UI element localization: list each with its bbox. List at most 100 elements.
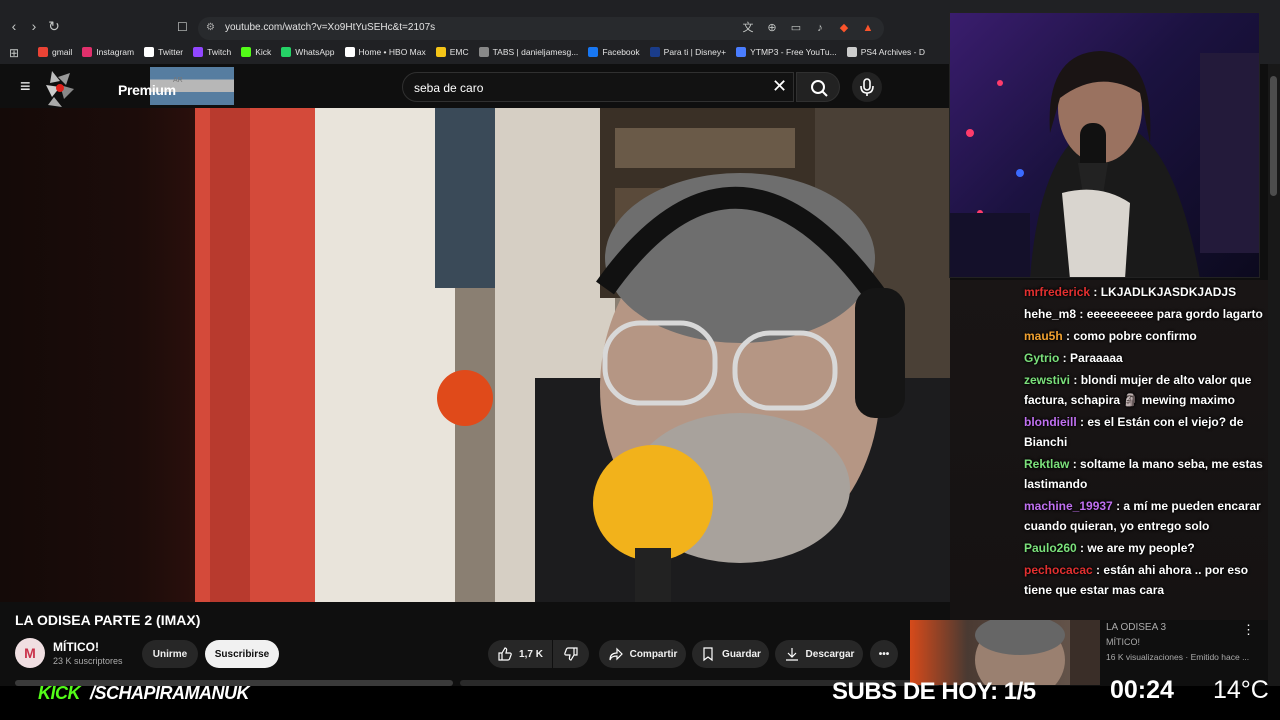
apps-grid-icon[interactable]: ⊞ [9,46,19,60]
bookmark-item[interactable]: gmail [38,47,72,57]
chat-username[interactable]: machine_19937 [1024,499,1113,513]
chat-username[interactable]: zewstivi [1024,373,1070,387]
bookmark-favicon-icon [82,47,93,57]
microphone-icon [860,78,874,96]
more-horizontal-icon: ••• [878,648,890,660]
bookmark-item[interactable]: Instagram [82,47,134,57]
bookmark-favicon-icon [736,47,747,57]
chat-username[interactable]: Gytrio [1024,351,1059,365]
youtube-premium-logo[interactable]: AR Premium [40,67,234,107]
bookmark-item[interactable]: Para ti | Disney+ [649,47,726,57]
bookmark-label: Kick [255,47,272,57]
chat-username[interactable]: blondieill [1024,415,1077,429]
brave-rewards-icon[interactable]: ▲ [860,20,876,36]
video-player[interactable] [195,108,950,602]
save-button[interactable]: Guardar [692,640,769,668]
chat-message: mrfrederick : LKJADLKJASDKJADJS [1020,282,1265,302]
thumbs-up-icon [498,647,512,661]
recommended-channel[interactable]: MÍTICO! [1106,637,1140,647]
bookmark-favicon-icon [344,47,355,57]
bookmark-icon[interactable]: ☐ [177,20,188,34]
cast-icon[interactable]: ▭ [788,20,804,36]
download-icon [785,648,798,661]
chat-username[interactable]: hehe_m8 [1024,307,1076,321]
site-info-icon[interactable]: ⚙ [206,22,215,33]
share-button[interactable]: Compartir [599,640,686,668]
chat-username[interactable]: Paulo260 [1024,541,1077,555]
dislike-button[interactable] [553,640,589,668]
chat-text: we are my people? [1087,541,1195,555]
download-button[interactable]: Descargar [775,640,863,668]
chat-text: Paraaaaa [1070,351,1123,365]
back-icon[interactable]: ‹ [6,18,22,34]
brave-shield-icon[interactable]: ◆ [836,20,852,36]
bookmark-item[interactable]: PS4 Archives - D [846,47,925,57]
chat-username[interactable]: pechocacac [1024,563,1093,577]
translate-icon[interactable]: 文 [740,20,756,36]
share-label: Compartir [629,648,678,660]
bookmark-item[interactable]: Twitter [144,47,183,57]
chat-username[interactable]: mau5h [1024,329,1063,343]
forward-icon[interactable]: › [26,18,42,34]
bookmark-favicon-icon [281,47,292,57]
chat-text: LKJADLKJASDKJADJS [1100,285,1237,299]
stream-clock: 00:24 [1110,676,1174,704]
webcam-illustration [950,51,1259,277]
youtube-header: ≡ AR Premium seba de caro ✕ [0,64,950,108]
bookmark-save-icon [703,647,713,662]
bookmark-favicon-icon [649,47,660,57]
bookmark-item[interactable]: WhatsApp [281,47,335,57]
hamburger-menu-icon[interactable]: ≡ [20,76,31,97]
search-input[interactable]: seba de caro [402,72,794,102]
music-icon[interactable]: ♪ [812,20,828,36]
download-label: Descargar [805,648,855,660]
search-button[interactable] [796,72,840,102]
join-button[interactable]: Unirme [142,640,198,668]
chat-username[interactable]: Rektlaw [1024,457,1069,471]
bookmark-item[interactable]: EMC [435,47,469,57]
chat-message: blondieill : es el Están con el viejo? d… [1020,412,1265,452]
bookmark-favicon-icon [435,47,446,57]
bookmark-label: WhatsApp [295,47,335,57]
voice-search-button[interactable] [852,72,882,102]
search-value: seba de caro [414,81,484,95]
zoom-icon[interactable]: ⊕ [764,20,780,36]
subscribe-button[interactable]: Suscribirse [205,640,279,668]
bookmark-favicon-icon [478,47,489,57]
clear-search-icon[interactable]: ✕ [772,76,787,97]
bookmark-item[interactable]: Twitch [193,47,231,57]
bookmark-item[interactable]: YTMP3 - Free YouTu... [736,47,837,57]
like-button[interactable]: 1,7 K [488,640,552,668]
video-title: LA ODISEA PARTE 2 (IMAX) [15,612,201,628]
chat-separator: : [1069,457,1081,471]
more-actions-button[interactable]: ••• [870,640,898,668]
bookmark-label: YTMP3 - Free YouTu... [750,47,837,57]
chat-message: Paulo260 : we are my people? [1020,538,1265,558]
subscribe-label: Suscribirse [214,648,270,660]
join-label: Unirme [152,648,188,660]
search-icon [811,80,828,97]
chat-username[interactable]: mrfrederick [1024,285,1090,299]
scrollbar-thumb[interactable] [1270,76,1277,196]
channel-name[interactable]: MÍTICO! [53,640,99,654]
bookmark-item[interactable]: Facebook [588,47,640,57]
reload-icon[interactable]: ↻ [46,18,62,34]
bookmark-favicon-icon [241,47,252,57]
bookmark-item[interactable]: Home • HBO Max [344,47,426,57]
stream-chat: mrfrederick : LKJADLKJASDKJADJS hehe_m8 :… [1020,282,1265,632]
kick-handle: /SCHAPIRAMANUK [90,683,250,703]
chat-separator: : [1070,373,1081,387]
channel-avatar[interactable]: M [15,638,45,668]
video-letterbox [0,108,195,602]
save-label: Guardar [722,648,761,660]
chat-separator: : [1076,307,1087,321]
video-frame-illustration [195,108,950,602]
address-bar[interactable]: ⚙ youtube.com/watch?v=Xo9HtYuSEHc&t=2107… [198,17,884,40]
bookmark-item[interactable]: Kick [241,47,271,57]
vertical-scrollbar[interactable] [1268,64,1280,694]
bookmark-item[interactable]: TABS | danieljamesg... [478,47,578,57]
kick-logo: KICK [38,683,81,703]
bookmark-favicon-icon [846,47,857,57]
chat-separator: : [1092,563,1104,577]
streamer-webcam [949,12,1260,278]
